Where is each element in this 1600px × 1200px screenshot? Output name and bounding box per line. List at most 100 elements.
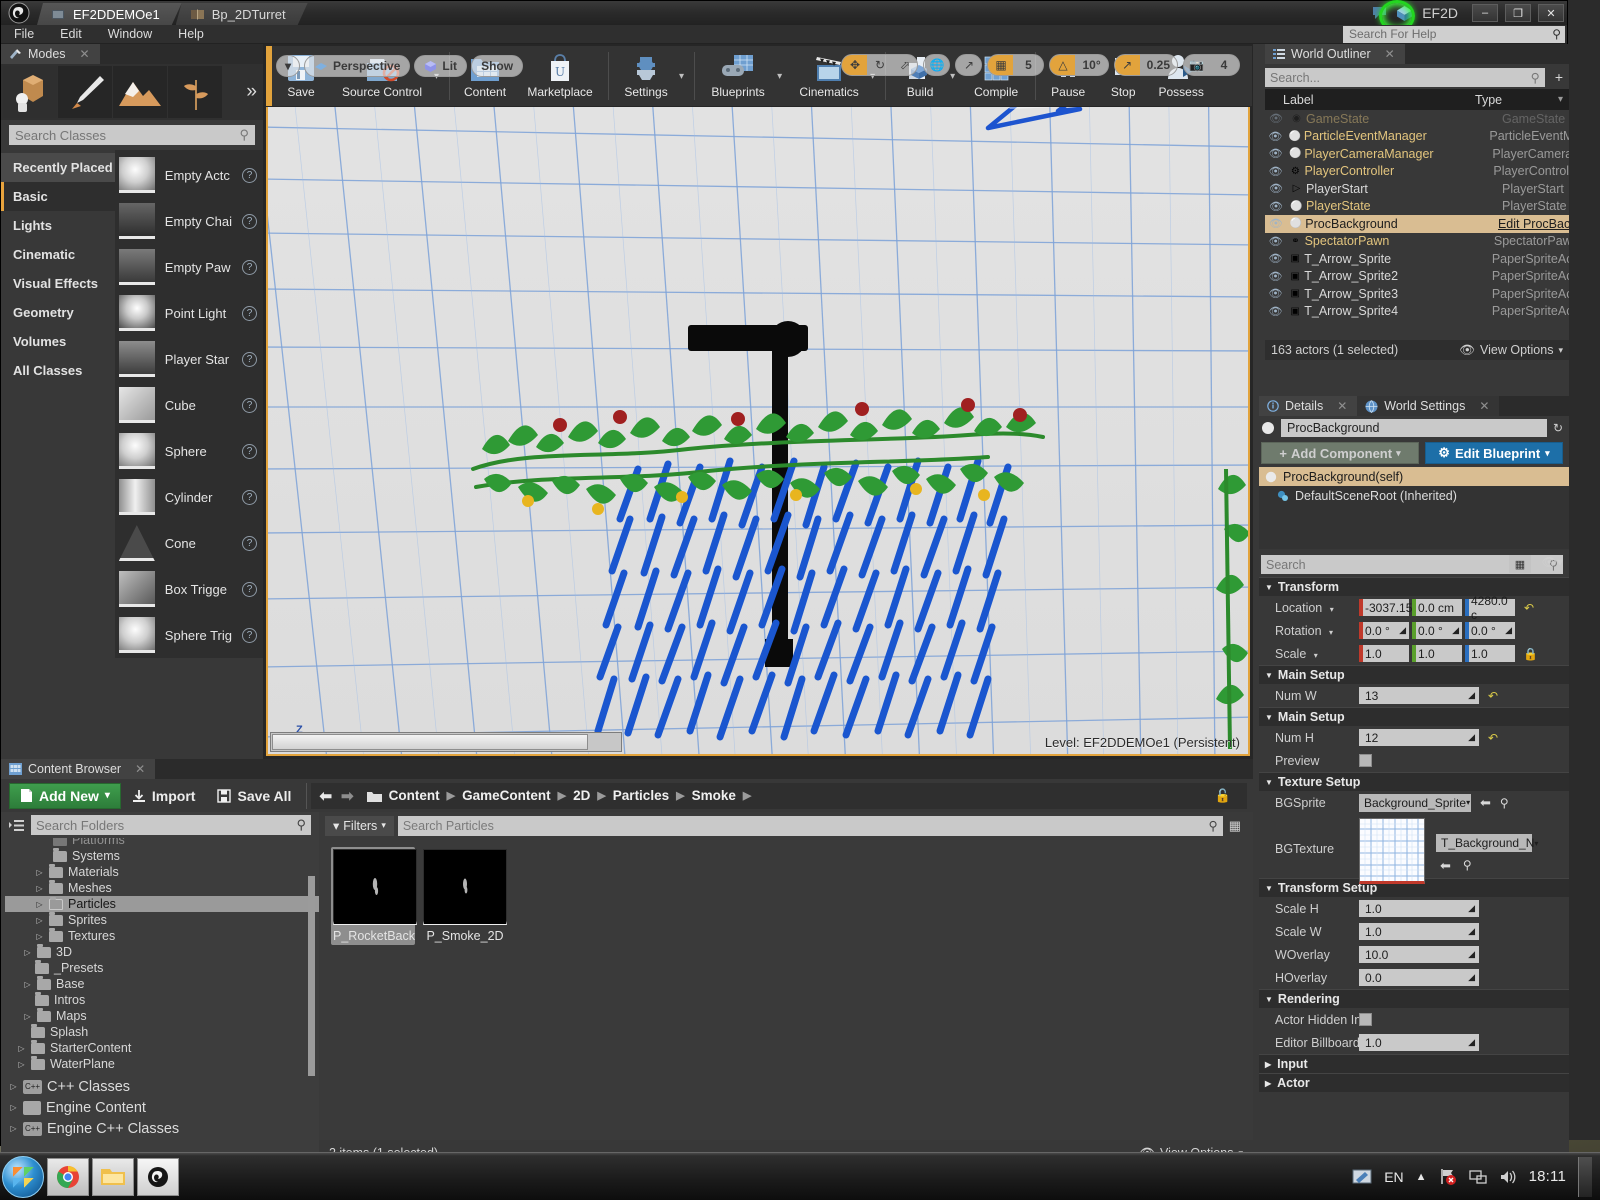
tree-item-engine-cpp-classes[interactable]: ▷ C++ Engine C++ Classes [5,1118,319,1139]
expand-arrow-icon[interactable]: ▷ [35,884,44,893]
visibility-eye-icon[interactable]: 👁 [1265,130,1286,143]
save-all-button[interactable]: Save All [206,783,302,809]
viewport-scrollbar-thumb[interactable] [272,734,588,750]
bgtexture-combo[interactable]: T_Background_N ▾ [1436,834,1538,852]
help-icon[interactable]: ? [242,167,257,183]
mode-paint-button[interactable] [58,66,112,118]
add-component-button[interactable]: + Add Component ▾ [1261,442,1419,464]
use-selected-asset-icon[interactable]: ⬅ [1480,795,1491,811]
rotation-snap-icon[interactable]: △ [1050,55,1076,75]
actor-name-field[interactable]: ProcBackground [1281,419,1547,437]
property-label-rotation[interactable]: Rotation ▾ [1259,624,1359,638]
filters-button[interactable]: ▾ Filters ▾ [325,815,394,836]
visibility-eye-icon[interactable]: 👁 [1265,305,1286,318]
table-row[interactable]: 👁 ⚙ PlayerController PlayerControll [1265,163,1569,181]
surface-snap-icon[interactable]: ↗ [956,55,981,75]
details-grid-view-button[interactable]: ▦ [1509,555,1531,573]
reset-name-icon[interactable]: ↻ [1553,421,1563,435]
tree-item-materials[interactable]: ▷ Materials [5,863,319,880]
help-icon[interactable]: ? [242,535,257,551]
section-input[interactable]: ▶ Input [1259,1054,1569,1073]
rotation-z-field[interactable]: 0.0 ° ◢ [1465,622,1515,639]
breadcrumb-item-2d[interactable]: 2D [573,788,590,803]
table-row[interactable]: 👁 ▷ PlayerStart PlayerStart [1265,180,1569,198]
visibility-eye-icon[interactable]: 👁 [1265,112,1287,125]
table-row[interactable]: 👁 ▣ T_Arrow_Sprite4 PaperSpriteAc [1265,303,1569,321]
asset-thumbnail[interactable] [423,849,507,925]
list-item[interactable]: Cone ? [115,520,263,566]
forward-arrow-icon[interactable]: ➡ [341,787,360,805]
expand-arrow-icon[interactable]: ▷ [23,948,32,957]
menu-item-help[interactable]: Help [165,25,217,44]
use-selected-asset-icon[interactable]: ⬅ [1440,858,1451,874]
close-icon[interactable]: ✕ [1385,47,1395,61]
reset-icon[interactable]: ↶ [1488,731,1498,745]
drag-handle-icon[interactable]: ◢ [1399,625,1409,636]
help-icon[interactable]: ? [242,305,257,321]
expand-arrow-icon[interactable]: ▷ [17,1044,26,1053]
location-y-field[interactable]: 0.0 cm [1412,599,1462,616]
reset-icon[interactable]: ↶ [1488,689,1498,703]
section-main-setup-1[interactable]: ▼ Main Setup [1259,665,1569,684]
close-icon[interactable]: ✕ [1337,399,1347,413]
rotation-snap-value[interactable]: 10° [1075,55,1107,75]
camera-speed-value[interactable]: 4 [1209,55,1239,75]
menu-item-edit[interactable]: Edit [47,25,95,44]
tree-item-3d[interactable]: ▷ 3D [5,943,319,960]
flag-error-icon[interactable] [1439,1168,1457,1185]
bgtexture-thumbnail[interactable] [1359,818,1425,884]
drag-handle-icon[interactable]: ◢ [1468,926,1475,937]
scale-z-field[interactable]: 1.0 [1465,645,1515,662]
help-search-input[interactable]: Search For Help ⚲ [1343,26,1565,43]
help-icon[interactable]: ? [242,213,257,229]
table-row[interactable]: 👁 ◉ GameState GameState [1265,110,1569,128]
scale-y-field[interactable]: 1.0 [1412,645,1462,662]
level-viewport[interactable]: ▾ Perspective Lit Show ✥ ↻ ⬀ 🌐 ↗ ▦ 5 △ 1… [266,47,1250,756]
blueprints-dropdown[interactable]: ▾ [777,48,788,104]
tree-item-maps[interactable]: ▷ Maps [5,1007,319,1024]
toolbar-settings-button[interactable]: Settings [613,48,679,104]
help-icon[interactable]: ? [242,581,257,597]
browse-asset-icon[interactable]: ⚲ [1500,796,1509,810]
network-icon[interactable] [1468,1169,1487,1185]
back-arrow-icon[interactable]: ⬅ [319,787,334,805]
section-actor[interactable]: ▶ Actor [1259,1073,1569,1092]
table-row-selected[interactable]: 👁 ⚪ ProcBackground Edit ProcBac [1265,215,1569,233]
folder-search-input[interactable]: Search Folders ⚲ [31,815,311,835]
settings-dropdown[interactable]: ▾ [679,48,690,104]
scale-h-field[interactable]: 1.0 ◢ [1359,900,1479,917]
list-item[interactable]: Empty Actc ? [115,152,263,198]
table-row[interactable]: 👁 ⚪ ParticleEventManager ParticleEventM [1265,128,1569,146]
help-icon[interactable]: ? [242,259,257,275]
row-type-link[interactable]: Edit ProcBac [1498,217,1569,231]
scale-x-field[interactable]: 1.0 [1359,645,1409,662]
close-icon[interactable]: ✕ [135,762,145,776]
visibility-eye-icon[interactable]: 👁 [1265,252,1286,265]
show-desktop-button[interactable] [1578,1156,1592,1197]
list-item[interactable]: Player Star ? [115,336,263,382]
list-item[interactable]: Cube ? [115,382,263,428]
mode-overflow-icon[interactable]: » [246,81,261,103]
rotation-y-field[interactable]: 0.0 ° ◢ [1412,622,1462,639]
column-header-type[interactable]: Type [1475,93,1558,107]
table-row[interactable]: 👁 ▣ T_Arrow_Sprite3 PaperSpriteAc [1265,285,1569,303]
category-basic[interactable]: Basic [1,182,115,211]
category-cinematic[interactable]: Cinematic [1,240,115,269]
table-row[interactable]: 👁 ⚪ PlayerState PlayerState [1265,198,1569,216]
category-lights[interactable]: Lights [1,211,115,240]
chevron-down-icon[interactable]: ▾ [1329,628,1333,637]
help-icon[interactable]: ? [242,489,257,505]
ime-language-label[interactable]: EN [1384,1169,1403,1185]
scale-snap-value[interactable]: 0.25 [1140,55,1177,75]
viewport-scrollbar[interactable] [270,732,622,752]
component-row-self[interactable]: ProcBackground(self) [1259,467,1569,486]
breadcrumb-item-particles[interactable]: Particles [613,788,669,803]
help-icon[interactable]: ? [242,351,257,367]
expand-arrow-icon[interactable]: ▷ [35,932,44,941]
bgsprite-combo[interactable]: Background_Sprite ▾ [1359,793,1471,812]
viewport-options-button[interactable]: ▾ [276,55,300,77]
visibility-eye-icon[interactable]: 👁 [1265,270,1286,283]
tab-world-settings[interactable]: World Settings ✕ [1357,396,1500,416]
edit-blueprint-button[interactable]: ⚙ Edit Blueprint ▾ [1425,442,1563,464]
drag-handle-icon[interactable]: ◢ [1468,949,1475,960]
